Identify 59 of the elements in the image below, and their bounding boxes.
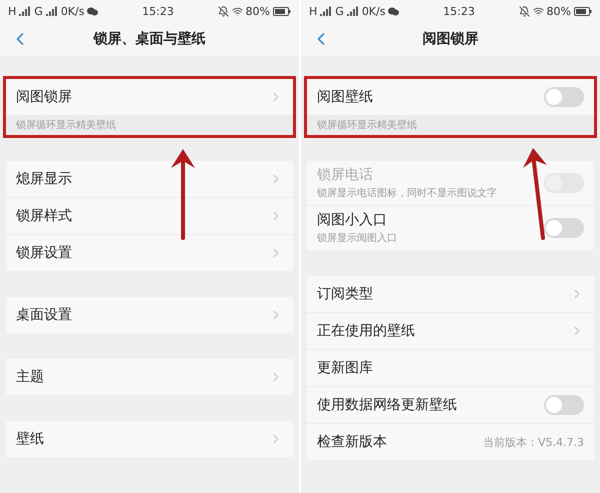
- settings-row[interactable]: 阅图壁纸: [307, 79, 594, 115]
- row-label: 阅图壁纸: [317, 88, 374, 106]
- clock-text: 15:23: [443, 4, 475, 18]
- settings-row[interactable]: 正在使用的壁纸: [307, 312, 594, 349]
- settings-row[interactable]: 检查新版本 当前版本：V5.4.7.3: [307, 423, 594, 460]
- settings-row[interactable]: 主题: [6, 359, 293, 395]
- row-label: 壁纸: [16, 430, 45, 448]
- network-label: H: [8, 4, 16, 18]
- chat-icon: [388, 6, 400, 16]
- settings-row[interactable]: 订阅类型: [307, 276, 594, 312]
- settings-row[interactable]: 熄屏显示: [6, 161, 293, 197]
- row-description: 锁屏显示阅图入口: [317, 232, 398, 245]
- row-label: 熄屏显示: [16, 170, 73, 188]
- row-label: 锁屏设置: [16, 244, 73, 262]
- settings-row[interactable]: 桌面设置: [6, 297, 293, 333]
- row-label: 主题: [16, 368, 45, 386]
- network-label: G: [34, 4, 43, 18]
- bell-off-icon: [518, 6, 530, 16]
- wifi-icon: [532, 6, 544, 16]
- speed-text: 0K/s: [362, 4, 386, 18]
- row-label: 锁屏电话: [317, 166, 374, 184]
- speed-text: 0K/s: [60, 4, 84, 18]
- signal-icon: [46, 6, 58, 16]
- row-label: 阅图锁屏: [16, 88, 73, 106]
- signal-icon: [320, 6, 332, 16]
- version-text: 当前版本：V5.4.7.3: [482, 434, 584, 450]
- wifi-icon: [232, 6, 243, 16]
- toggle-switch[interactable]: [544, 87, 584, 107]
- row-label: 检查新版本: [317, 433, 388, 451]
- settings-row[interactable]: 锁屏样式: [6, 197, 293, 234]
- network-label: G: [335, 4, 344, 18]
- row-label: 使用数据网络更新壁纸: [317, 396, 458, 414]
- network-label: H: [309, 4, 318, 18]
- row-label: 锁屏样式: [16, 207, 73, 225]
- battery-icon: [574, 6, 592, 16]
- settings-row[interactable]: 使用数据网络更新壁纸: [307, 386, 594, 423]
- toggle-switch[interactable]: [544, 218, 584, 238]
- row-label: 正在使用的壁纸: [317, 322, 416, 340]
- clock-text: 15:23: [142, 4, 174, 18]
- signal-icon: [346, 6, 359, 16]
- battery-icon: [273, 6, 291, 16]
- toggle-switch[interactable]: [544, 395, 584, 415]
- battery-text: 80%: [246, 4, 270, 18]
- row-label: 阅图小入口: [317, 211, 388, 229]
- bell-off-icon: [218, 6, 229, 16]
- row-description: 锁屏显示电话图标，同时不显示图说文字: [317, 186, 498, 200]
- settings-row[interactable]: 锁屏设置: [6, 234, 293, 271]
- signal-icon: [19, 6, 32, 16]
- settings-row[interactable]: 更新图库: [307, 349, 594, 386]
- chat-icon: [87, 6, 98, 16]
- page-title: 阅图锁屏: [422, 30, 478, 48]
- settings-row[interactable]: 壁纸: [6, 421, 293, 457]
- row-label: 订阅类型: [317, 285, 374, 303]
- page-title: 锁屏、桌面与壁纸: [94, 30, 206, 48]
- row-label: 桌面设置: [16, 306, 73, 324]
- settings-row[interactable]: 阅图锁屏: [6, 79, 293, 115]
- settings-row[interactable]: 阅图小入口 锁屏显示阅图入口: [307, 205, 594, 250]
- row-label: 更新图库: [317, 359, 374, 377]
- battery-text: 80%: [546, 4, 571, 18]
